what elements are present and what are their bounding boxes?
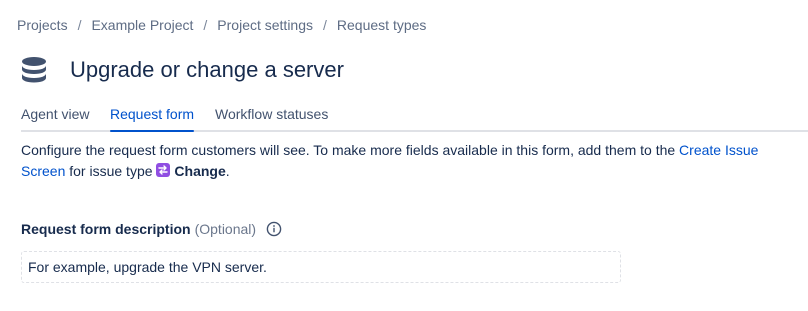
page-title: Upgrade or change a server [70,57,344,82]
breadcrumb-separator: / [323,17,327,33]
change-icon [156,163,171,177]
description-text-after: . [225,163,230,179]
info-icon[interactable] [266,221,282,237]
breadcrumb-request-types[interactable]: Request types [337,17,427,33]
form-description-text: Configure the request form customers wil… [21,140,801,182]
field-label-text: Request form description [21,221,191,237]
database-icon [22,57,46,83]
tab-agent-view[interactable]: Agent view [21,106,89,132]
breadcrumb-example-project[interactable]: Example Project [91,17,193,33]
request-form-description-input[interactable] [21,251,621,283]
request-type-settings-page: Projects / Example Project / Project set… [0,0,808,311]
tab-workflow-statuses[interactable]: Workflow statuses [215,106,328,132]
tab-bar: Agent view Request form Workflow statuse… [0,104,808,132]
description-text-before: Configure the request form customers wil… [21,142,680,158]
breadcrumb-project-settings[interactable]: Project settings [217,17,313,33]
issue-type-name: Change [174,163,226,179]
breadcrumb: Projects / Example Project / Project set… [17,17,426,33]
breadcrumb-projects[interactable]: Projects [17,17,68,33]
tab-request-form[interactable]: Request form [110,106,195,132]
page-header: Upgrade or change a server [21,56,344,84]
description-text-middle: for issue type [65,163,157,179]
breadcrumb-separator: / [77,17,82,33]
request-form-description-label: Request form description (Optional) [21,221,282,237]
breadcrumb-separator: / [203,17,208,33]
field-optional-marker: (Optional) [194,221,257,237]
